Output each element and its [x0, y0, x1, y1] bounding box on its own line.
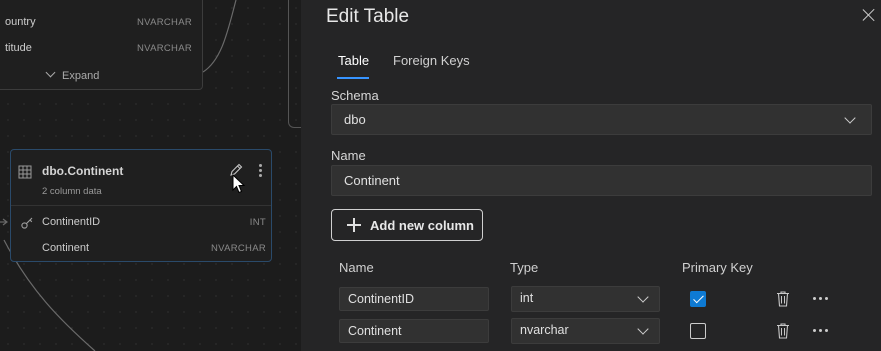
- primary-key-checkbox[interactable]: [690, 323, 706, 339]
- key-icon: [21, 217, 33, 229]
- column-header-primary-key: Primary Key: [682, 260, 753, 275]
- chevron-down-icon: [45, 67, 56, 78]
- column-name: titude: [5, 42, 32, 54]
- column-name: Continent: [42, 242, 90, 254]
- tab-table[interactable]: Table: [338, 53, 369, 68]
- more-horizontal-icon[interactable]: [813, 329, 829, 333]
- schema-dropdown[interactable]: dbo: [331, 104, 872, 135]
- chevron-down-icon: [844, 112, 856, 124]
- name-label: Name: [331, 148, 366, 163]
- column-header-type: Type: [510, 260, 539, 275]
- add-new-column-button[interactable]: Add new column: [331, 209, 483, 241]
- more-vertical-icon[interactable]: [259, 164, 262, 179]
- column-name: ContinentID: [42, 216, 101, 228]
- schema-label: Schema: [331, 88, 379, 103]
- column-type: NVARCHAR: [136, 43, 192, 54]
- trash-icon[interactable]: [775, 290, 791, 307]
- table-row: titude NVARCHAR: [5, 39, 192, 59]
- table-designer: ountry NVARCHAR titude NVARCHAR Expand d…: [0, 0, 881, 351]
- column-name-input[interactable]: ContinentID: [339, 287, 489, 311]
- column-type-value: int: [520, 291, 534, 305]
- continent-table-node[interactable]: dbo.Continent 2 column data ContinentID …: [10, 149, 272, 262]
- table-row: ContinentID INT: [11, 210, 271, 236]
- column-type-dropdown[interactable]: int: [511, 286, 660, 312]
- close-icon[interactable]: [861, 7, 877, 23]
- expand-label: Expand: [62, 70, 100, 82]
- divider: [11, 205, 271, 206]
- chevron-down-icon: [637, 291, 649, 303]
- chevron-down-icon: [637, 323, 649, 335]
- table-name-value: Continent: [344, 173, 400, 188]
- column-type-dropdown[interactable]: nvarchar: [511, 318, 660, 344]
- column-type: NVARCHAR: [210, 243, 266, 254]
- panel-title: Edit Table: [326, 6, 410, 27]
- expand-button[interactable]: Expand: [45, 67, 100, 82]
- table-title: dbo.Continent: [42, 164, 124, 178]
- column-name: ountry: [5, 16, 36, 28]
- tab-foreign-keys[interactable]: Foreign Keys: [393, 53, 470, 68]
- column-type: INT: [249, 217, 266, 228]
- column-type-value: nvarchar: [520, 323, 569, 337]
- add-column-label: Add new column: [370, 218, 474, 233]
- table-icon: [18, 165, 32, 179]
- column-header-name: Name: [339, 260, 374, 275]
- diagram-canvas[interactable]: ountry NVARCHAR titude NVARCHAR Expand d…: [0, 0, 301, 351]
- country-table-node[interactable]: ountry NVARCHAR titude NVARCHAR Expand: [0, 0, 203, 90]
- adjacent-table-edge: [288, 0, 301, 128]
- table-subtitle: 2 column data: [42, 186, 102, 197]
- table-row: ountry NVARCHAR: [5, 13, 192, 33]
- table-name-input[interactable]: Continent: [331, 165, 872, 196]
- active-tab-indicator: [337, 77, 369, 79]
- primary-key-checkbox[interactable]: [690, 291, 706, 307]
- plus-icon: [347, 218, 361, 232]
- more-horizontal-icon[interactable]: [813, 297, 829, 301]
- edit-table-panel: Edit Table Table Foreign Keys Schema dbo…: [301, 0, 881, 351]
- trash-icon[interactable]: [775, 322, 791, 339]
- column-name-input[interactable]: Continent: [339, 319, 489, 343]
- table-row: Continent NVARCHAR: [11, 236, 271, 262]
- mouse-cursor-icon: [232, 174, 246, 194]
- schema-value: dbo: [344, 112, 366, 127]
- column-type: NVARCHAR: [136, 17, 192, 28]
